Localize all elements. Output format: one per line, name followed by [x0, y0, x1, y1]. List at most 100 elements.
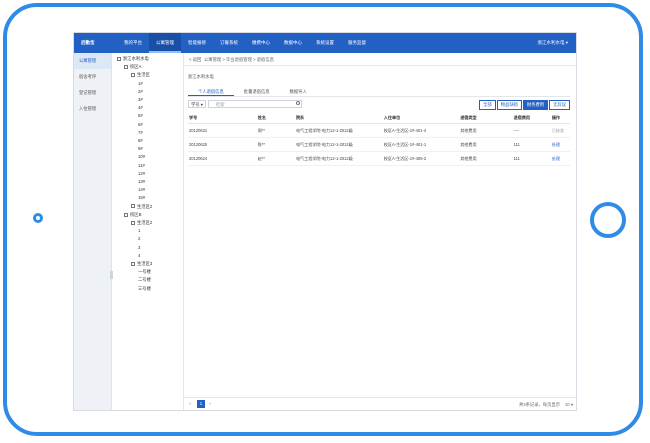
tree-node-label: 4# — [138, 105, 143, 111]
home-button[interactable] — [590, 202, 626, 238]
nav-item[interactable]: 公寓管理 — [149, 33, 181, 53]
expand-toggle-icon[interactable] — [131, 220, 135, 225]
back-button[interactable]: < 返回 — [189, 57, 201, 63]
nav-item[interactable]: 系统设置 — [309, 33, 341, 53]
prev-page-button[interactable]: « — [189, 401, 191, 406]
tree-node[interactable]: 4# — [138, 105, 143, 110]
filter-chip[interactable]: 全部 — [479, 100, 496, 110]
table-cell: 20120624 — [188, 151, 257, 166]
tree-node[interactable]: 1 — [138, 228, 140, 233]
nav-item[interactable]: 订餐系统 — [213, 33, 245, 53]
expand-toggle-icon[interactable] — [124, 212, 128, 217]
tree-node[interactable]: 12# — [138, 171, 145, 176]
row-action-link[interactable]: 处理 — [550, 137, 570, 152]
tree-node[interactable]: 一号楼 — [138, 269, 151, 275]
search-icon[interactable] — [296, 101, 300, 105]
tree-node[interactable]: 4 — [138, 253, 140, 258]
table-cell: 电气工程学院-电力12-1-2012级 — [294, 123, 383, 138]
tree-node[interactable]: 1# — [138, 81, 143, 86]
column-header: 退宿费用 — [512, 113, 551, 124]
tree-node[interactable]: 三号楼 — [138, 286, 151, 292]
tree-node[interactable]: 15# — [138, 195, 145, 200]
filter-chip[interactable]: 无异议 — [549, 100, 570, 110]
expand-toggle-icon[interactable] — [124, 65, 128, 70]
column-header: 院系 — [294, 113, 383, 124]
tree-node-label: 二号楼 — [138, 277, 151, 283]
nav-item[interactable]: 服务监督 — [341, 33, 373, 53]
tree-node[interactable]: 5# — [138, 113, 143, 118]
tree-node-label: 11# — [138, 162, 145, 168]
filter-chip[interactable]: 物品缺损 — [496, 100, 522, 110]
tree-node-label: 校区B — [130, 211, 142, 217]
next-page-button[interactable]: » — [209, 401, 211, 406]
nav-item[interactable]: 数据中心 — [277, 33, 309, 53]
sidebar-item[interactable]: 入住管理 — [74, 101, 111, 117]
nav-item[interactable]: 缴费中心 — [245, 33, 277, 53]
tree-node-label: 生活区2 — [137, 203, 153, 209]
tree-node[interactable]: 9# — [138, 146, 143, 151]
tree-node[interactable]: 8# — [138, 138, 143, 143]
expand-toggle-icon[interactable] — [131, 261, 135, 266]
table-cell: 校区A-生活区-1#-406-2 — [382, 151, 460, 166]
brand-logo: 后勤宝 — [81, 40, 95, 45]
sidebar-item[interactable]: 宿舍考评 — [74, 69, 111, 85]
tree-node[interactable]: 校区B — [124, 212, 141, 218]
column-header: 操作 — [550, 113, 570, 124]
expand-toggle-icon[interactable] — [117, 56, 121, 61]
row-action-link[interactable]: 处理 — [550, 151, 570, 166]
main-nav: 我的平台 公寓管理 智能报修 订餐系统 缴费中心 数据中心 系统设置 服务监督 — [117, 33, 373, 53]
tree-node[interactable]: 3 — [138, 245, 140, 250]
tree-node[interactable]: 7# — [138, 130, 143, 135]
nav-item[interactable]: 智能报修 — [181, 33, 213, 53]
table-row: 20120625 陈** 电气工程学院-电力12-1-2012级 校区A-生活区-1#… — [188, 137, 570, 152]
tree-node-label: 15# — [138, 195, 146, 201]
page-size-select[interactable]: 10 ▾ — [565, 402, 573, 408]
breadcrumb-bar: < 返回 公寓管理 > 毕业退宿管理 > 退宿信息 — [184, 53, 576, 66]
tree-node[interactable]: 2 — [138, 236, 140, 241]
tree-node-label: 7# — [138, 129, 143, 135]
tree-node[interactable]: 二号楼 — [138, 277, 151, 283]
filter-chip[interactable]: 财务费用 — [522, 100, 549, 110]
tree-node[interactable]: 3# — [138, 97, 143, 102]
user-menu[interactable]: 浙江水利水电 ▾ — [537, 40, 568, 46]
main-panel: < 返回 公寓管理 > 毕业退宿管理 > 退宿信息 浙江水利水电 个人退宿信息批… — [184, 53, 576, 410]
page-1-button[interactable]: 1 — [197, 400, 205, 408]
table-cell: 赵** — [256, 151, 295, 166]
tree-node[interactable]: 生活区3 — [131, 261, 152, 267]
top-navbar: 后勤宝 我的平台 公寓管理 智能报修 订餐系统 缴费中心 数据中心 系统设置 服务监督 浙江水… — [74, 33, 576, 53]
tree-node[interactable]: 生活区2 — [131, 204, 152, 210]
tab[interactable]: 个人退宿信息 — [188, 87, 234, 96]
tree-node[interactable]: 生活区 — [131, 72, 150, 78]
tab[interactable]: 批量退宿信息 — [234, 87, 280, 96]
expand-toggle-icon[interactable] — [131, 73, 135, 78]
tree-node[interactable]: 2# — [138, 89, 143, 94]
tree-node[interactable]: 生活区2 — [131, 220, 152, 226]
tree-node[interactable]: 浙江水利水电 — [117, 56, 149, 62]
tree-node-label: 2# — [138, 88, 143, 94]
expand-toggle-icon[interactable] — [131, 204, 135, 209]
table-cell: 其他费用 — [459, 123, 513, 138]
table-cell: 111 — [512, 137, 551, 152]
tree-node-label: 1# — [138, 80, 143, 86]
tree-node-label: 校区A — [130, 64, 142, 70]
record-summary: 共3条记录，每页显示 — [518, 402, 560, 407]
tree-node[interactable]: 13# — [138, 179, 145, 184]
table-header: 学号 姓名 院系 入住单位 退宿类型 退宿费用 操作 — [188, 113, 570, 124]
tab-bar: 个人退宿信息 批量退宿信息 数据导入 — [188, 87, 570, 97]
sidebar-item[interactable]: 公寓管理 — [74, 53, 111, 69]
tab[interactable]: 数据导入 — [280, 87, 317, 96]
tree-node[interactable]: 校区A — [124, 64, 141, 70]
sidebar-item[interactable]: 登记管理 — [74, 85, 111, 101]
tree-node[interactable]: 11# — [138, 163, 145, 168]
tree-node[interactable]: 14# — [138, 187, 145, 192]
field-select[interactable]: 学号 ▾ — [188, 100, 206, 108]
search-input[interactable]: 检索 — [208, 100, 302, 108]
tree-node-label: 一号楼 — [138, 269, 151, 275]
table-cell: ---- — [512, 123, 551, 138]
column-header: 入住单位 — [382, 113, 460, 124]
row-action-link[interactable]: 已核准 — [550, 123, 570, 138]
table-cell: 校区A-生活区-1#-401-4 — [382, 123, 460, 138]
nav-item[interactable]: 我的平台 — [117, 33, 149, 53]
tree-node[interactable]: 10# — [138, 154, 145, 159]
tree-node[interactable]: 6# — [138, 122, 143, 127]
